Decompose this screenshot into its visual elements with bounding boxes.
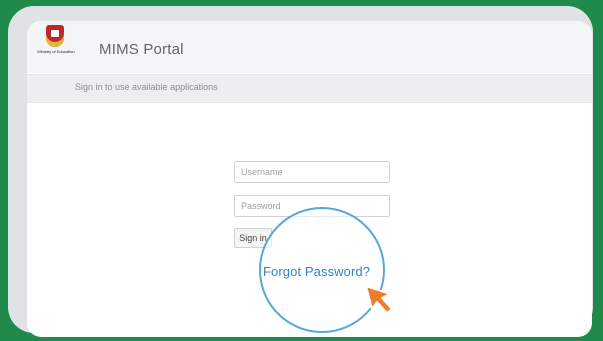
portal-header: Ministry of Education MIMS Portal	[27, 21, 592, 73]
browser-screen: Ministry of Education MIMS Portal Sign i…	[27, 21, 592, 337]
signin-instructions: Sign in to use available applications	[75, 82, 218, 92]
ministry-logo: Ministry of Education	[35, 25, 75, 71]
username-input[interactable]	[234, 161, 390, 183]
subheader-bar: Sign in to use available applications	[27, 74, 592, 103]
device-frame: Ministry of Education MIMS Portal Sign i…	[8, 6, 593, 337]
logo-caption: Ministry of Education	[37, 49, 75, 54]
pointer-cursor-icon	[365, 285, 393, 314]
crest-icon	[46, 25, 64, 47]
forgot-password-link[interactable]: Forgot Password?	[263, 264, 370, 279]
app-title: MIMS Portal	[99, 41, 184, 58]
